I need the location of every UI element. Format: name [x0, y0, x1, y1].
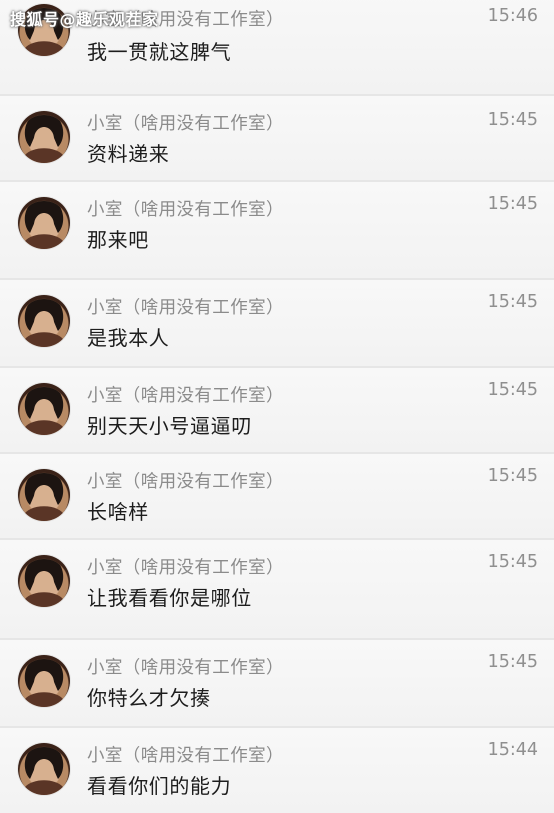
message-item[interactable]: 小室（啥用没有工作室） 15:45 你特么才欠揍: [0, 640, 554, 728]
avatar[interactable]: [18, 383, 70, 435]
avatar-image: [24, 747, 64, 795]
message-time: 15:45: [487, 194, 538, 214]
sender-name: 小室（啥用没有工作室）: [87, 558, 284, 578]
message-time: 15:45: [487, 292, 538, 312]
avatar[interactable]: [18, 655, 70, 707]
chat-message-list: 搜狐号@趣乐观茬家 小室（啥用没有工作室） 15:46 我一贯就这脾气 小室（啥…: [0, 0, 554, 813]
message-text: 别天天小号逼逼叨: [87, 414, 252, 438]
message-time: 15:45: [487, 652, 538, 672]
avatar-image: [24, 115, 64, 163]
avatar-image: [24, 299, 64, 347]
message-time: 15:45: [487, 552, 538, 572]
message-text: 看看你们的能力: [87, 774, 232, 798]
sender-name: 小室（啥用没有工作室）: [87, 658, 284, 678]
avatar[interactable]: [18, 743, 70, 795]
sender-name: 小室（啥用没有工作室）: [87, 386, 284, 406]
message-item[interactable]: 小室（啥用没有工作室） 15:45 让我看看你是哪位: [0, 540, 554, 640]
avatar-image: [24, 201, 64, 249]
message-item[interactable]: 小室（啥用没有工作室） 15:45 那来吧: [0, 182, 554, 280]
message-text: 我一贯就这脾气: [87, 40, 232, 64]
avatar[interactable]: [18, 469, 70, 521]
avatar[interactable]: [18, 111, 70, 163]
message-text: 是我本人: [87, 326, 170, 350]
message-item[interactable]: 小室（啥用没有工作室） 15:44 看看你们的能力: [0, 728, 554, 813]
message-item[interactable]: 小室（啥用没有工作室） 15:45 是我本人: [0, 280, 554, 368]
watermark-text: 搜狐号@趣乐观茬家: [10, 10, 159, 29]
sender-name: 小室（啥用没有工作室）: [87, 746, 284, 766]
message-item[interactable]: 小室（啥用没有工作室） 15:45 别天天小号逼逼叨: [0, 368, 554, 454]
avatar-image: [24, 473, 64, 521]
message-time: 15:45: [487, 110, 538, 130]
message-text: 那来吧: [87, 228, 149, 252]
message-time: 15:45: [487, 466, 538, 486]
message-time: 15:46: [487, 6, 538, 26]
message-item[interactable]: 小室（啥用没有工作室） 15:45 长啥样: [0, 454, 554, 540]
sender-name: 小室（啥用没有工作室）: [87, 298, 284, 318]
message-text: 资料递来: [87, 142, 170, 166]
message-text: 长啥样: [87, 500, 149, 524]
avatar[interactable]: [18, 555, 70, 607]
avatar-image: [24, 659, 64, 707]
message-item[interactable]: 小室（啥用没有工作室） 15:45 资料递来: [0, 96, 554, 182]
message-time: 15:45: [487, 380, 538, 400]
sender-name: 小室（啥用没有工作室）: [87, 200, 284, 220]
message-text: 你特么才欠揍: [87, 686, 211, 710]
sender-name: 小室（啥用没有工作室）: [87, 472, 284, 492]
avatar-image: [24, 559, 64, 607]
avatar-image: [24, 387, 64, 435]
sender-name: 小室（啥用没有工作室）: [87, 114, 284, 134]
message-text: 让我看看你是哪位: [87, 586, 252, 610]
avatar[interactable]: [18, 295, 70, 347]
message-time: 15:44: [487, 740, 538, 760]
avatar[interactable]: [18, 197, 70, 249]
